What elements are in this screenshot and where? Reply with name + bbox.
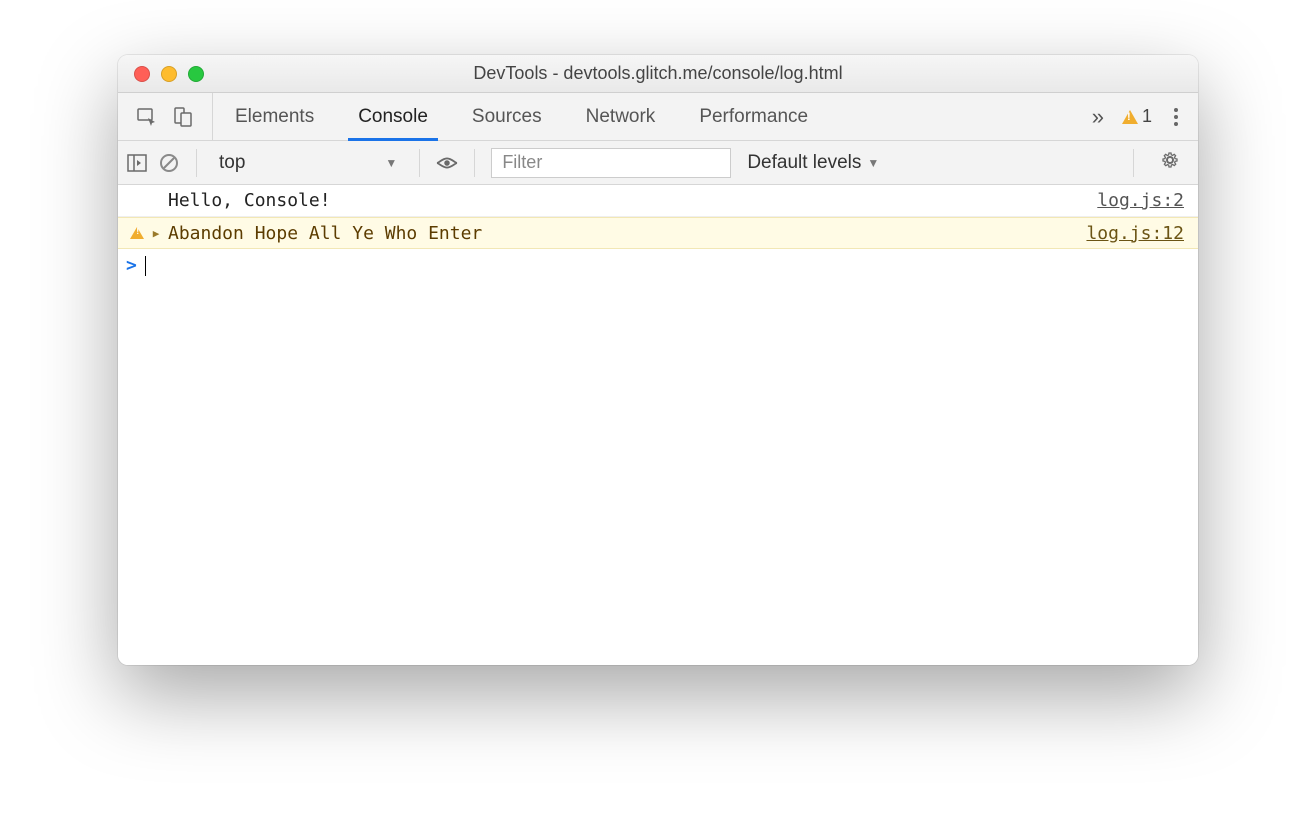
toggle-device-toolbar-icon[interactable] xyxy=(172,106,194,128)
text-cursor xyxy=(145,256,146,276)
filter-input[interactable] xyxy=(491,148,731,178)
live-expression-icon[interactable] xyxy=(436,152,458,174)
minimize-window-button[interactable] xyxy=(161,66,177,82)
expand-toggle-icon[interactable]: ▶ xyxy=(148,227,164,240)
toolbar-left-controls xyxy=(118,93,213,140)
panel-tabbar: Elements Console Sources Network Perform… xyxy=(118,93,1198,141)
execution-context-dropdown[interactable]: top ▼ xyxy=(213,150,403,176)
tab-console[interactable]: Console xyxy=(336,93,450,140)
clear-console-icon[interactable] xyxy=(158,152,180,174)
execution-context-value: top xyxy=(219,152,245,174)
console-message-list: Hello, Console! log.js:2 ▶ Abandon Hope … xyxy=(118,185,1198,665)
console-toolbar: top ▼ Default levels ▼ xyxy=(118,141,1198,185)
toggle-console-sidebar-icon[interactable] xyxy=(126,152,148,174)
warning-icon xyxy=(130,227,144,239)
console-warn-row: ▶ Abandon Hope All Ye Who Enter log.js:1… xyxy=(118,217,1198,249)
zoom-window-button[interactable] xyxy=(188,66,204,82)
tabbar-right: » 1 xyxy=(1082,93,1198,140)
log-levels-dropdown[interactable]: Default levels ▼ xyxy=(741,152,879,174)
warn-source-link[interactable]: log.js:12 xyxy=(1086,223,1184,244)
tab-sources[interactable]: Sources xyxy=(450,93,564,140)
console-prompt-row[interactable]: > xyxy=(118,249,1198,282)
tab-network[interactable]: Network xyxy=(564,93,678,140)
panel-tabs: Elements Console Sources Network Perform… xyxy=(213,93,830,140)
tab-elements[interactable]: Elements xyxy=(213,93,336,140)
tab-performance[interactable]: Performance xyxy=(677,93,830,140)
more-tabs-icon[interactable]: » xyxy=(1092,104,1104,130)
console-log-row: Hello, Console! log.js:2 xyxy=(118,185,1198,217)
warning-icon xyxy=(1122,110,1138,124)
warning-count-badge[interactable]: 1 xyxy=(1122,106,1152,127)
warn-message: Abandon Hope All Ye Who Enter xyxy=(164,223,1086,244)
devtools-window: DevTools - devtools.glitch.me/console/lo… xyxy=(118,55,1198,665)
window-title: DevTools - devtools.glitch.me/console/lo… xyxy=(118,63,1198,84)
traffic-lights xyxy=(118,66,204,82)
prompt-icon: > xyxy=(126,255,137,276)
warning-count: 1 xyxy=(1142,106,1152,127)
inspect-element-icon[interactable] xyxy=(136,106,158,128)
chevron-down-icon: ▼ xyxy=(867,156,879,170)
log-source-link[interactable]: log.js:2 xyxy=(1097,190,1184,211)
log-message: Hello, Console! xyxy=(164,190,1097,211)
close-window-button[interactable] xyxy=(134,66,150,82)
settings-menu-icon[interactable] xyxy=(1170,104,1182,130)
log-levels-label: Default levels xyxy=(747,152,861,174)
chevron-down-icon: ▼ xyxy=(385,156,397,170)
row-gutter xyxy=(126,227,148,239)
console-settings-icon[interactable] xyxy=(1150,150,1190,176)
titlebar: DevTools - devtools.glitch.me/console/lo… xyxy=(118,55,1198,93)
